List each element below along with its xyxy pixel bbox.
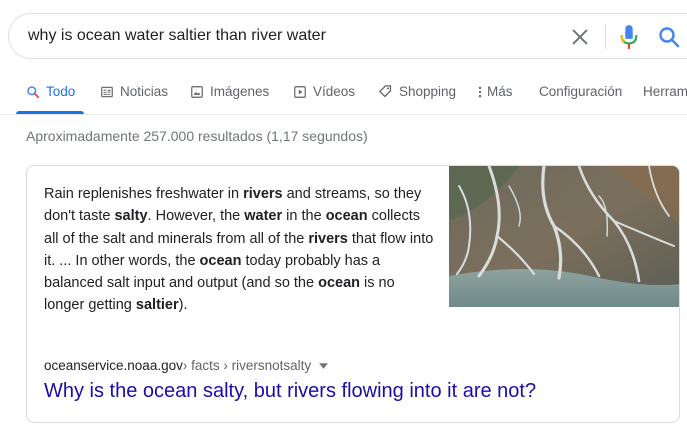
tabs-divider [0,114,687,115]
search-icon[interactable] [657,25,681,49]
tab-todo[interactable]: Todo [26,84,75,99]
snippet-bold-term: saltier [135,297,179,314]
cite-domain: oceanservice.noaa.gov [44,358,183,373]
clear-icon[interactable] [569,26,591,48]
snippet-text: Rain replenishes freshwater in rivers an… [44,183,436,317]
microphone-icon[interactable] [618,23,640,51]
tag-icon [379,85,392,98]
search-divider [605,24,606,50]
search-icon [27,85,40,98]
search-tabs: Todo Noticias Imágenes Vídeos Shopping M… [0,78,687,114]
tab-imagenes[interactable]: Imágenes [190,84,269,99]
snippet-thumbnail[interactable] [449,166,680,307]
tab-label: Todo [46,84,76,99]
tab-label: Imágenes [210,84,270,99]
search-box[interactable]: why is ocean water saltier than river wa… [8,13,687,59]
snippet-fragment: in the [282,208,326,225]
snippet-bold-term: ocean [318,275,361,292]
snippet-bold-term: salty [114,208,148,225]
tab-label: Más [487,84,513,99]
snippet-bold-term: ocean [199,252,242,269]
cite-breadcrumb: › facts › riversnotsalty [182,358,312,373]
snippet-fragment: . However, the [147,208,245,225]
result-stats: Aproximadamente 257.000 resultados (1,17… [26,128,368,144]
snippet-bold-term: water [244,208,283,225]
tab-noticias[interactable]: Noticias [100,84,168,99]
result-title-link[interactable]: Why is the ocean salty, but rivers flowi… [44,380,536,403]
tab-configuracion[interactable]: Configuración [539,84,622,99]
snippet-bold-term: ocean [325,208,368,225]
caret-down-icon[interactable] [319,362,329,369]
tab-label: Vídeos [313,84,356,99]
tab-mas[interactable]: Más [477,84,513,99]
search-input[interactable]: why is ocean water saltier than river wa… [28,27,326,45]
featured-snippet: Rain replenishes freshwater in rivers an… [26,165,680,423]
tab-label: Shopping [399,84,457,99]
result-cite: oceanservice.noaa.gov › facts › riversno… [44,358,329,373]
more-vert-icon [478,86,482,97]
tab-videos[interactable]: Vídeos [293,84,355,99]
video-icon [294,85,306,98]
snippet-fragment: Rain replenishes freshwater in [44,186,244,202]
snippet-bold-term: rivers [243,186,283,202]
image-icon [191,85,203,98]
snippet-fragment: ). [178,297,188,314]
tab-shopping[interactable]: Shopping [378,84,456,99]
tab-herramientas[interactable]: Herram [643,84,687,99]
tab-label: Noticias [120,84,169,99]
tab-label: Herram [643,84,687,99]
tab-label: Configuración [539,84,623,99]
news-icon [101,86,113,97]
snippet-bold-term: rivers [308,230,348,247]
